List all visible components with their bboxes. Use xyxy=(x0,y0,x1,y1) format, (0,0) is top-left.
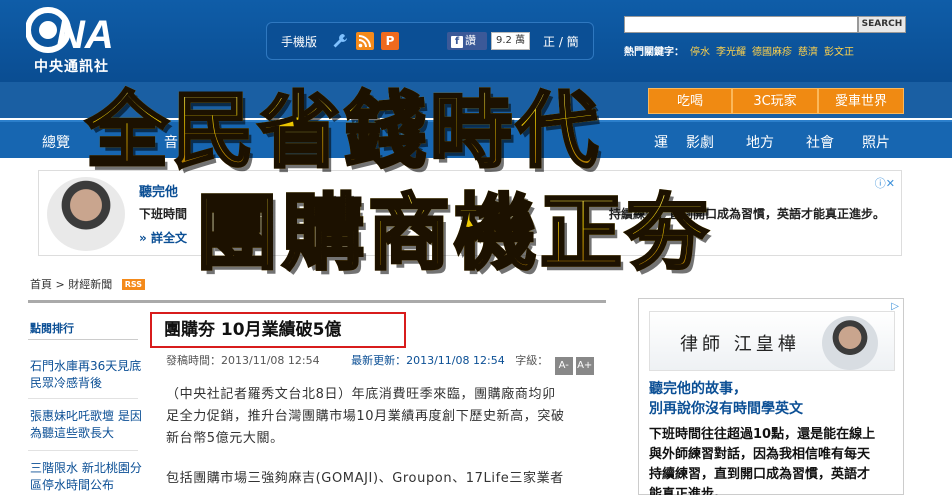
wrench-icon[interactable] xyxy=(331,32,349,50)
ad-headline[interactable]: 聽完他的故事， 別再說你沒有時間學英文 xyxy=(649,379,803,419)
rss-icon[interactable] xyxy=(356,32,374,50)
ad-line-right: 持續練習，直到開口成為習慣，英語才能真正進步。 xyxy=(609,207,886,221)
sidebar-ad[interactable]: ▷ 律師 江皇樺 聽完他的故事， 別再說你沒有時間學英文 下班時間往往超過10點… xyxy=(638,298,904,495)
ad-body-line: 與外師練習對話，因為我相信唯有每天 xyxy=(649,447,871,462)
fb-like-count: 9.2 萬 xyxy=(491,32,531,50)
logo-text: 中央通訊社 xyxy=(34,59,109,75)
cna-logo[interactable]: NA 中央通訊社 xyxy=(26,6,130,75)
breadcrumb-section[interactable]: 財經新聞 xyxy=(68,278,112,291)
ad-avatar xyxy=(47,177,125,251)
breadcrumb: 首頁 > 財經新聞 RSS xyxy=(30,276,146,292)
language-switch[interactable]: 正 / 簡 xyxy=(543,33,579,50)
publish-time: 2013/11/08 12:54 xyxy=(221,354,320,367)
ranking-item[interactable]: 石門水庫再36天見底 民眾冷感背後 xyxy=(30,358,142,392)
ad-body-line: 下班時間往往超過10點，還是能在線上 xyxy=(649,427,876,442)
article-paragraph-line: 足全力促銷，推升台灣團購市場10月業績再度創下歷史新高，突破 xyxy=(166,409,565,424)
site-header: NA 中央通訊社 手機版 P f讚 9.2 萬 正 / 簡 SEARCH 熱門關… xyxy=(0,0,952,82)
nav-entertainment[interactable]: 影劇 xyxy=(686,132,714,152)
channel-cars[interactable]: 愛車世界 xyxy=(818,88,904,114)
channel-food[interactable]: 吃喝 xyxy=(648,88,732,114)
rss-badge[interactable]: RSS xyxy=(121,279,146,290)
breadcrumb-home[interactable]: 首頁 xyxy=(30,278,52,291)
hot-keyword-link[interactable]: 彭文正 xyxy=(824,47,854,58)
hot-keyword-link[interactable]: 停水 xyxy=(690,47,710,58)
article-headline: 團購夯 10月業績破5億 xyxy=(150,312,406,348)
nav-society[interactable]: 社會 xyxy=(806,132,834,152)
ad-more-label: 詳全文 xyxy=(150,231,187,245)
header-toolbox: 手機版 P f讚 9.2 萬 正 / 簡 xyxy=(266,22,594,60)
top-ad-banner[interactable]: 聽完他 下班時間 持續練習，直到開口成為習慣，英語才能真正進步。 » 詳全文 ⓘ… xyxy=(38,170,902,256)
mobile-version-link[interactable]: 手機版 xyxy=(281,33,317,50)
svg-text:NA: NA xyxy=(56,13,114,54)
ranking-item[interactable]: 張惠妹叱吒歌壇 是因為聽這些歌長大 xyxy=(30,408,142,442)
channel-3c[interactable]: 3C玩家 xyxy=(732,88,818,114)
ad-info-icon[interactable]: ⓘ✕ xyxy=(875,175,895,191)
search-button[interactable]: SEARCH xyxy=(858,16,906,33)
ad-headline-line: 別再說你沒有時間學英文 xyxy=(649,401,803,417)
article-paragraph-line: 新台幣5億元大關。 xyxy=(166,431,284,446)
main-nav: 總覽 音 運 影劇 地方 社會 照片 xyxy=(0,120,952,158)
article-paragraph-line: （中央社記者羅秀文台北8日）年底消費旺季來臨，團購廠商均卯 xyxy=(166,387,556,402)
ad-image-text: 律師 江皇樺 xyxy=(680,334,800,355)
font-size-label: 字級： xyxy=(515,354,549,367)
nav-overview[interactable]: 總覽 xyxy=(42,132,70,152)
ranking-item[interactable]: 三階限水 新北桃園分區停水時間公布 xyxy=(30,460,142,494)
ranking-heading: 點閱排行 xyxy=(30,322,74,335)
ranking-separator xyxy=(28,398,138,399)
plurk-icon[interactable]: P xyxy=(381,32,399,50)
breadcrumb-separator: > xyxy=(55,278,65,291)
ad-line: 下班時間 xyxy=(139,207,188,221)
ad-image-avatar xyxy=(822,316,878,370)
section-divider xyxy=(28,300,606,303)
ad-body: 下班時間往往超過10點，還是能在線上 與外師練習對話，因為我相信唯有每天 持續練… xyxy=(649,425,899,495)
facebook-icon: f xyxy=(451,36,463,48)
ranking-separator xyxy=(28,450,138,451)
ad-body-line: 持續練習，直到開口成為習慣，英語才 xyxy=(649,467,871,482)
ad-title: 聽完他 xyxy=(139,185,179,200)
hot-keyword-link[interactable]: 李光耀 xyxy=(716,47,746,58)
article-meta: 發稿時間：2013/11/08 12:54 最新更新：2013/11/08 12… xyxy=(166,352,594,375)
nav-partial-left[interactable]: 音 xyxy=(164,132,178,152)
update-label: 最新更新： xyxy=(351,354,407,367)
font-larger-button[interactable]: A+ xyxy=(575,357,594,375)
facebook-like-button[interactable]: f讚 xyxy=(447,32,487,50)
cna-logo-icon: NA xyxy=(26,7,114,54)
ad-headline-line: 聽完他的故事， xyxy=(649,381,747,397)
ad-image[interactable]: 律師 江皇樺 xyxy=(649,311,895,371)
hot-keyword-link[interactable]: 慈濟 xyxy=(798,47,818,58)
article-paragraph-line: 包括團購市場三強夠麻吉(GOMAJI)、Groupon、17Life三家業者 xyxy=(166,471,564,486)
ranking-divider xyxy=(28,339,138,340)
search-input[interactable] xyxy=(624,16,858,33)
nav-partial-right[interactable]: 運 xyxy=(654,132,668,152)
update-time: 2013/11/08 12:54 xyxy=(406,354,505,367)
hot-keywords-label: 熱門關鍵字： xyxy=(624,47,684,58)
hot-keywords: 熱門關鍵字： 停水 李光耀 德國麻疹 慈濟 彭文正 xyxy=(624,43,860,58)
ad-more-link[interactable]: » 詳全文 xyxy=(139,229,187,246)
nav-local[interactable]: 地方 xyxy=(746,132,774,152)
publish-label: 發稿時間： xyxy=(166,354,221,367)
ad-body-line: 能真正進步。 xyxy=(649,487,728,495)
fb-like-label: 讚 xyxy=(465,34,476,47)
hot-keyword-link[interactable]: 德國麻疹 xyxy=(752,47,792,58)
nav-photos[interactable]: 照片 xyxy=(862,132,890,152)
font-smaller-button[interactable]: A- xyxy=(554,357,573,375)
